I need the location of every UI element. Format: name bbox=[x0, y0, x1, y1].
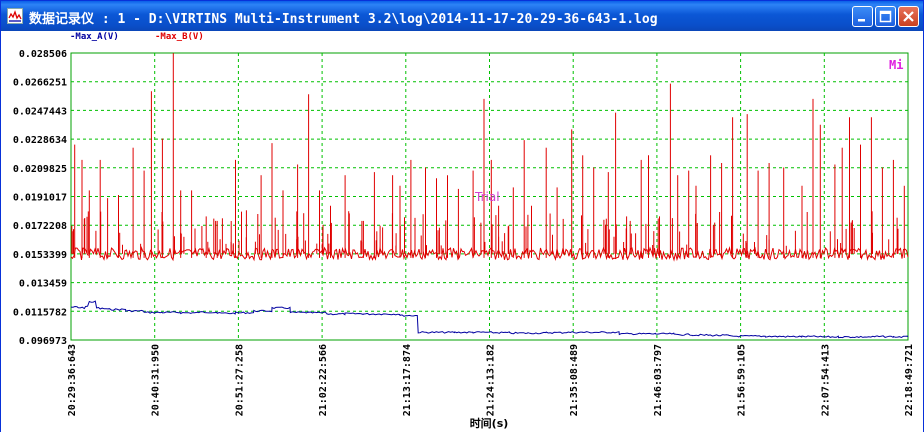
x-tick-label: 21:56:59:105 bbox=[737, 344, 748, 416]
x-axis-label: 时间(s) bbox=[470, 416, 509, 430]
x-tick-label: 21:13:17:874 bbox=[402, 344, 413, 416]
close-button[interactable] bbox=[898, 6, 919, 27]
y-tick-label: 0.0172208 bbox=[13, 221, 67, 232]
legend-item: -Max_B(V) bbox=[155, 32, 204, 42]
y-tick-label: 0.096973 bbox=[19, 336, 67, 347]
x-tick-label: 20:40:31:950 bbox=[151, 344, 162, 416]
y-tick-label: 0.0153399 bbox=[13, 250, 67, 261]
data-logger-window: 数据记录仪 : 1 - D:\VIRTINS Multi-Instrument … bbox=[0, 0, 924, 432]
x-tick-label: 21:46:03:797 bbox=[653, 344, 664, 416]
y-tick-label: 0.0209825 bbox=[13, 164, 67, 175]
maximize-icon bbox=[879, 10, 892, 23]
maximize-button[interactable] bbox=[875, 6, 896, 27]
window-title: 数据记录仪 : 1 - D:\VIRTINS Multi-Instrument … bbox=[29, 12, 658, 27]
x-tick-label: 20:51:27:258 bbox=[234, 344, 245, 416]
y-tick-label: 0.0115782 bbox=[13, 307, 67, 318]
logger-app-icon bbox=[7, 8, 23, 24]
y-tick-label: 0.0191017 bbox=[13, 193, 67, 204]
legend-item: -Max_A(V) bbox=[70, 32, 119, 42]
y-tick-label: 0.0266251 bbox=[13, 78, 67, 89]
y-tick-label: 0.013459 bbox=[19, 279, 67, 290]
y-tick-label: 0.0228634 bbox=[13, 135, 67, 146]
y-tick-label: 0.028506 bbox=[19, 49, 67, 60]
close-icon bbox=[903, 11, 914, 22]
title-bar[interactable]: 数据记录仪 : 1 - D:\VIRTINS Multi-Instrument … bbox=[1, 1, 923, 31]
line-chart[interactable]: -Max_A(V) -Max_B(V) 0.028506 0.0266251 0.024… bbox=[1, 31, 923, 432]
minimize-icon bbox=[858, 19, 865, 22]
x-tick-label: 22:07:54:413 bbox=[820, 344, 831, 416]
y-tick-label: 0.0247443 bbox=[13, 106, 67, 117]
minimize-button[interactable] bbox=[852, 6, 873, 27]
trial-watermark: Trial bbox=[474, 190, 500, 204]
mi-label: Mi bbox=[889, 58, 903, 72]
chart-area[interactable]: -Max_A(V) -Max_B(V) 0.028506 0.0266251 0.024… bbox=[1, 31, 923, 432]
x-tick-label: 21:24:13:182 bbox=[486, 344, 497, 416]
x-tick-label: 22:18:49:721 bbox=[904, 344, 915, 416]
x-tick-label: 21:35:08:489 bbox=[569, 344, 580, 416]
x-tick-label: 20:29:36:643 bbox=[67, 344, 78, 416]
x-tick-label: 21:02:22:566 bbox=[318, 344, 329, 416]
